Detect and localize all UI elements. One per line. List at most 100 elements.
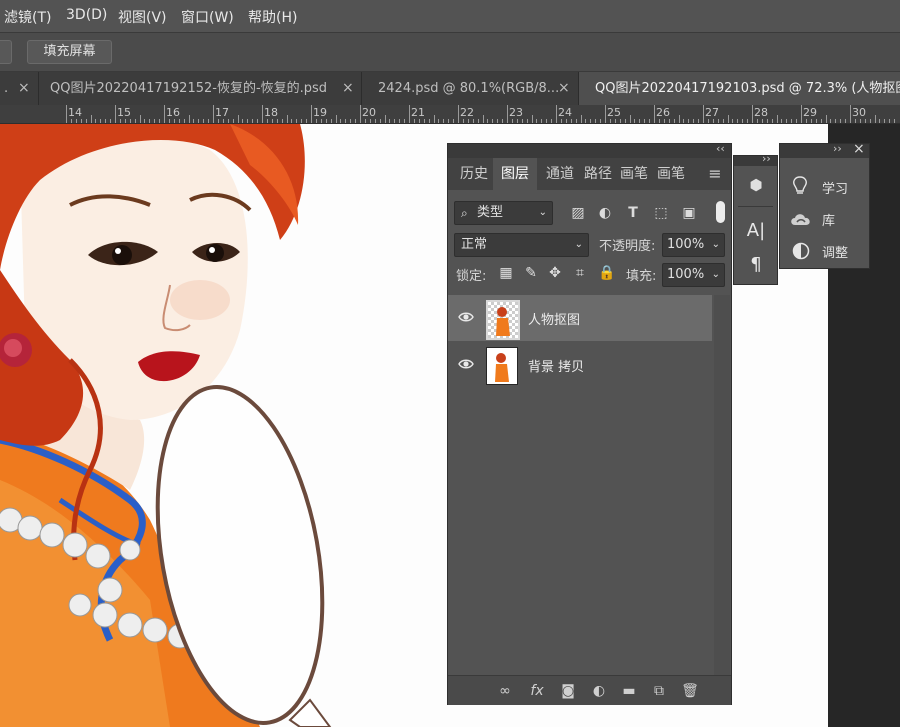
- ruler-tick: [688, 119, 690, 123]
- lock-all-icon[interactable]: 🔒: [598, 265, 615, 281]
- character-icon[interactable]: A|: [746, 220, 766, 244]
- close-icon[interactable]: ×: [342, 72, 354, 105]
- ruler-tick: [374, 119, 376, 123]
- close-icon[interactable]: ×: [18, 72, 30, 105]
- ruler-tick: [340, 119, 342, 123]
- menu-window[interactable]: 窗口(W): [181, 7, 234, 27]
- fill-input[interactable]: 100% ⌄: [662, 263, 725, 287]
- ruler-tick: [291, 119, 293, 123]
- layer-thumbnail: [486, 300, 520, 340]
- tab-layers[interactable]: 图层: [493, 158, 537, 190]
- ruler-tick: [472, 119, 474, 123]
- link-layers-icon[interactable]: ∞: [496, 682, 514, 700]
- ruler-tick: [654, 105, 655, 123]
- ruler-tick: [732, 119, 734, 123]
- collapse-icon[interactable]: ‹‹: [716, 142, 725, 155]
- adjustment-layer-icon[interactable]: ◐: [590, 682, 608, 700]
- doc-tab-active[interactable]: QQ图片20220417192103.psd @ 72.3% (人物抠图: [579, 72, 900, 105]
- document-tabs: . × QQ图片20220417192152-恢复的-恢复的.psd × 242…: [0, 72, 900, 105]
- tab-history[interactable]: 历史: [454, 158, 494, 190]
- ruler-tick: [301, 119, 303, 123]
- ruler-tick: [678, 115, 680, 123]
- lock-artboard-icon[interactable]: ⌗: [572, 265, 588, 281]
- ruler-tick: [531, 115, 533, 123]
- tab-paths[interactable]: 路径: [578, 158, 618, 190]
- icon-dock: ›› ⬢ A| ¶: [733, 152, 778, 285]
- doc-tab-2[interactable]: 2424.psd @ 80.1%(RGB/8... ×: [362, 72, 579, 105]
- layer-filter-select[interactable]: ⌕ 类型 ⌄: [454, 201, 553, 225]
- delete-layer-icon[interactable]: 🗑: [681, 682, 699, 700]
- menu-3d[interactable]: 3D(D): [66, 7, 107, 23]
- ruler-tick: [168, 119, 170, 123]
- ruler-tick: [614, 119, 616, 123]
- ruler-tick: [717, 119, 719, 123]
- expand-icon[interactable]: ››: [833, 142, 842, 155]
- layers-scrollbar[interactable]: [714, 295, 730, 675]
- ruler-tick: [394, 119, 396, 123]
- add-mask-icon[interactable]: ◙: [559, 682, 577, 700]
- shape-filter-icon[interactable]: ⬚: [652, 204, 670, 222]
- side-item-adjustments[interactable]: 调整: [780, 238, 869, 264]
- smart-object-filter-icon[interactable]: ▣: [680, 204, 698, 222]
- close-icon[interactable]: ×: [558, 72, 570, 105]
- type-filter-icon[interactable]: T: [624, 204, 642, 222]
- ruler-tick: [629, 115, 631, 123]
- prev-option-button[interactable]: [0, 40, 12, 64]
- ruler-tick: [80, 119, 82, 123]
- ruler-tick: [619, 119, 621, 123]
- blend-mode-select[interactable]: 正常 ⌄: [454, 233, 589, 257]
- image-filter-icon[interactable]: ▨: [569, 204, 587, 222]
- ruler-tick: [595, 119, 597, 123]
- lock-image-pixels-icon[interactable]: ✎: [523, 265, 539, 281]
- eye-icon[interactable]: [458, 356, 474, 372]
- layer-style-icon[interactable]: fx: [528, 682, 546, 700]
- ruler-tick: [874, 115, 876, 123]
- ruler-tick: [761, 119, 763, 123]
- new-layer-icon[interactable]: ⧉: [650, 682, 668, 700]
- adjustments-icon: [792, 242, 810, 260]
- tab-brush-settings[interactable]: 画笔: [651, 158, 691, 190]
- doc-tab-1[interactable]: QQ图片20220417192152-恢复的-恢复的.psd ×: [39, 72, 362, 105]
- doc-tab-partial[interactable]: . ×: [0, 72, 39, 105]
- cloud-libraries-icon: [791, 214, 810, 225]
- menu-filter[interactable]: 滤镜(T): [4, 7, 51, 27]
- panel-tabs: 历史 图层 通道 路径 画笔 画笔 ≡: [448, 158, 731, 190]
- ruler-tick: [237, 115, 239, 123]
- ruler-label: 14: [68, 106, 82, 119]
- adjustment-filter-icon[interactable]: ◐: [596, 204, 614, 222]
- close-icon[interactable]: ×: [853, 141, 865, 157]
- tab-channels[interactable]: 通道: [540, 158, 580, 190]
- panel-menu-icon[interactable]: ≡: [705, 158, 725, 190]
- eye-icon[interactable]: [458, 309, 474, 325]
- side-item-libraries[interactable]: 库: [780, 206, 869, 232]
- filter-toggle[interactable]: [716, 201, 725, 223]
- new-group-icon[interactable]: ▬: [620, 682, 638, 700]
- side-item-learn[interactable]: 学习: [780, 174, 869, 200]
- tab-brush[interactable]: 画笔: [614, 158, 654, 190]
- opacity-input[interactable]: 100% ⌄: [662, 233, 725, 257]
- layer-row-person-cutout[interactable]: 人物抠图: [448, 295, 712, 341]
- menu-view[interactable]: 视图(V): [118, 7, 167, 27]
- ruler-tick: [433, 115, 435, 123]
- lock-position-icon[interactable]: ✥: [547, 265, 563, 281]
- ruler-tick: [418, 119, 420, 123]
- ruler-tick: [854, 119, 856, 123]
- ruler-tick: [840, 119, 842, 123]
- ruler-tick: [810, 119, 812, 123]
- ruler-tick: [859, 119, 861, 123]
- menu-help[interactable]: 帮助(H): [248, 7, 297, 27]
- ruler-tick: [565, 119, 567, 123]
- ruler-tick: [281, 119, 283, 123]
- expand-icon[interactable]: ››: [762, 152, 771, 165]
- ruler-tick: [502, 119, 504, 123]
- lock-transparent-pixels-icon[interactable]: ▦: [498, 265, 514, 281]
- panel-header-strip[interactable]: ‹‹: [448, 142, 731, 158]
- 3d-object-icon[interactable]: ⬢: [746, 176, 766, 196]
- paragraph-icon[interactable]: ¶: [746, 254, 766, 276]
- ruler-tick: [507, 105, 508, 123]
- layers-panel: ‹‹ 历史 图层 通道 路径 画笔 画笔 ≡ ⌕ 类型 ⌄ ▨ ◐ T ⬚ ▣ …: [447, 142, 732, 705]
- side-panel: ›› × 学习 库 调整: [779, 141, 870, 269]
- layer-row-background-copy[interactable]: 背景 拷贝: [448, 342, 712, 388]
- horizontal-ruler[interactable]: 14 15 16 17 18 19 20 21 22 23 24 25 26 27 28 29 30: [0, 105, 900, 124]
- fill-screen-button[interactable]: 填充屏幕: [27, 40, 112, 64]
